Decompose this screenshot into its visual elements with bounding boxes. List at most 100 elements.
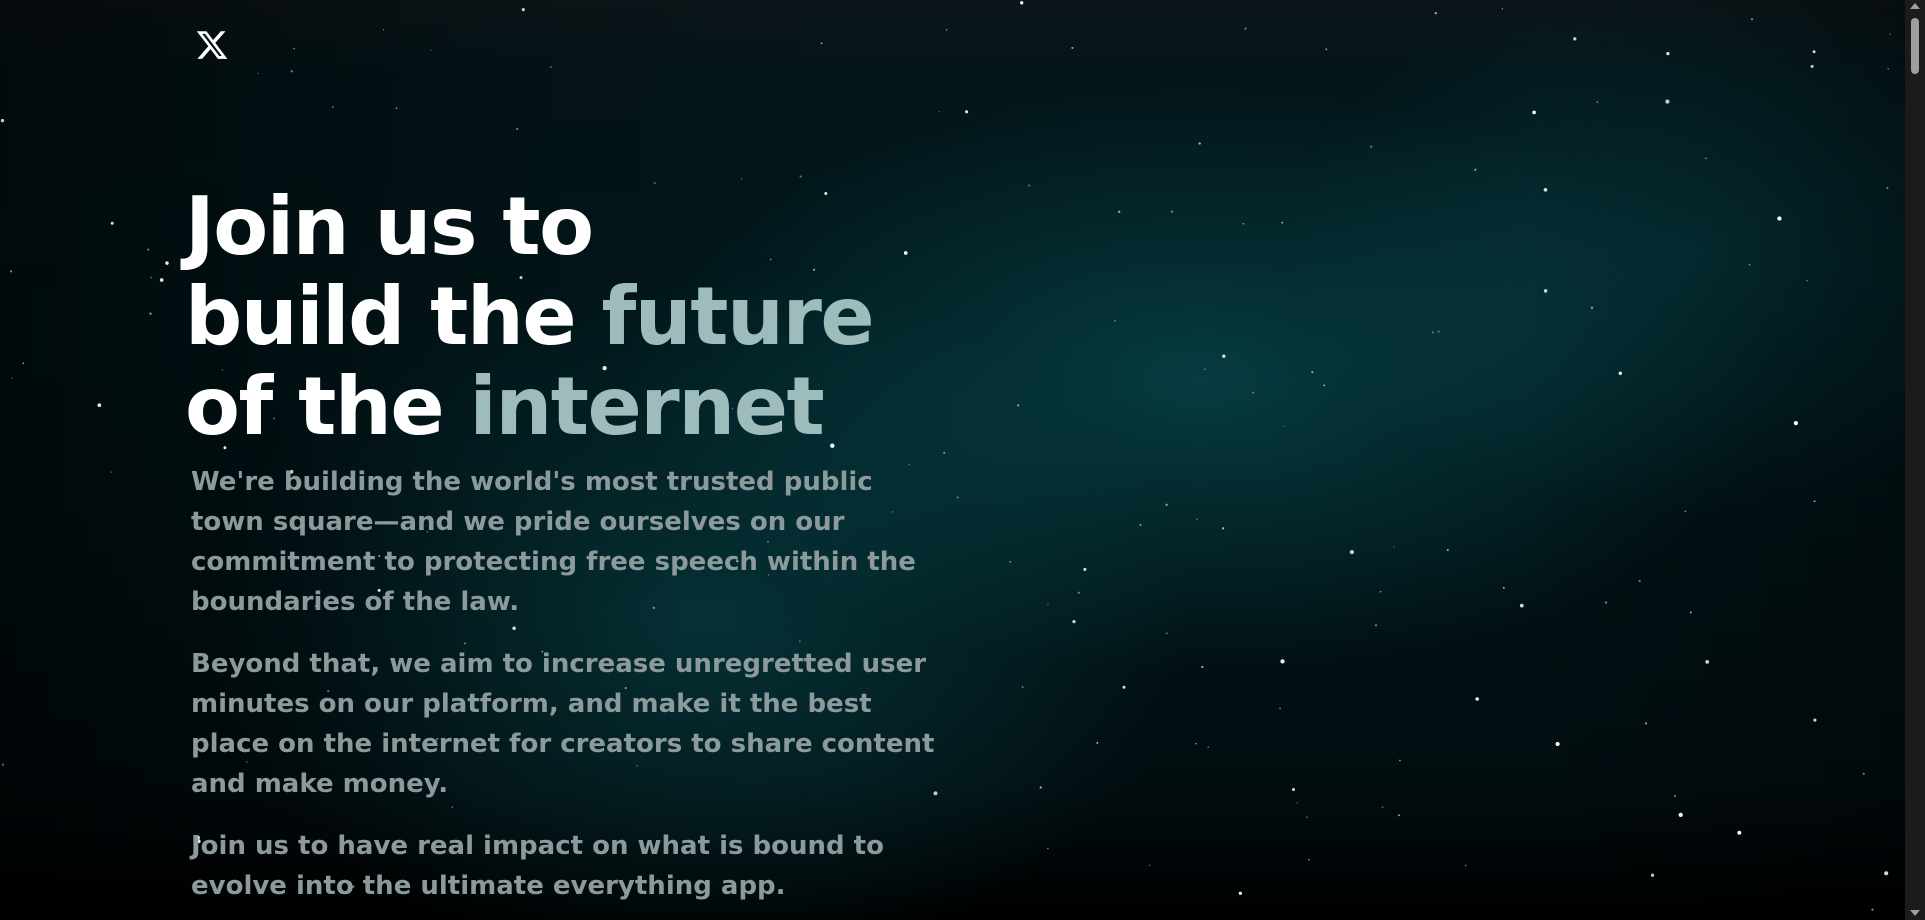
star bbox=[1242, 222, 1245, 225]
star bbox=[1222, 354, 1226, 358]
star bbox=[1678, 812, 1683, 818]
star bbox=[820, 42, 823, 45]
star bbox=[1884, 871, 1889, 876]
star bbox=[165, 261, 169, 265]
star bbox=[1165, 632, 1168, 635]
star bbox=[149, 312, 152, 315]
star bbox=[1047, 603, 1049, 606]
star bbox=[1096, 741, 1099, 744]
star bbox=[1198, 142, 1201, 145]
scroll-up-arrow-icon[interactable] bbox=[1910, 3, 1920, 9]
star bbox=[257, 72, 259, 75]
star bbox=[1793, 421, 1798, 426]
star bbox=[1434, 12, 1437, 15]
star bbox=[1777, 216, 1782, 221]
star bbox=[1118, 210, 1121, 213]
star bbox=[1370, 145, 1373, 148]
star bbox=[1323, 384, 1326, 387]
star bbox=[1170, 210, 1174, 213]
hero-paragraph-join: Join us to have real impact on what is b… bbox=[191, 831, 884, 901]
star bbox=[1349, 550, 1354, 555]
star bbox=[1196, 518, 1198, 521]
star bbox=[159, 278, 164, 282]
star bbox=[938, 110, 941, 113]
careers-hero-page: Join us to build the future of the inter… bbox=[0, 0, 1905, 920]
hero-headline: Join us to build the future of the inter… bbox=[185, 182, 985, 452]
star bbox=[290, 70, 293, 73]
headline-line-2-text: build the bbox=[185, 270, 602, 363]
star bbox=[1638, 580, 1641, 583]
star bbox=[1475, 697, 1479, 701]
star bbox=[1308, 858, 1310, 861]
star bbox=[550, 66, 552, 68]
star bbox=[1532, 110, 1536, 115]
star bbox=[1502, 586, 1505, 589]
star bbox=[1596, 101, 1599, 103]
star bbox=[1238, 891, 1243, 895]
star bbox=[1281, 221, 1284, 224]
star bbox=[1021, 686, 1024, 689]
hero-copy: We're building the world's most trusted … bbox=[191, 462, 941, 906]
star bbox=[293, 47, 296, 50]
star bbox=[1605, 601, 1608, 604]
hero-section: Join us to build the future of the inter… bbox=[185, 182, 985, 920]
star bbox=[1519, 603, 1524, 608]
star bbox=[1862, 772, 1865, 775]
headline-line-1: Join us to bbox=[185, 180, 594, 273]
headline-accent-future: future bbox=[601, 270, 874, 363]
star bbox=[1393, 546, 1395, 548]
star bbox=[1665, 99, 1670, 104]
star bbox=[1689, 611, 1692, 614]
star bbox=[110, 221, 114, 225]
hero-paragraph-creators: Beyond that, we aim to increase unregret… bbox=[191, 649, 935, 799]
star bbox=[1748, 263, 1751, 266]
star bbox=[1047, 847, 1049, 850]
page-scrollbar[interactable] bbox=[1905, 0, 1925, 920]
star bbox=[1077, 591, 1080, 594]
star bbox=[147, 248, 150, 251]
star bbox=[1244, 27, 1247, 30]
star bbox=[430, 49, 432, 51]
star bbox=[382, 29, 385, 31]
star bbox=[395, 107, 398, 109]
scrollbar-thumb[interactable] bbox=[1911, 18, 1919, 74]
star bbox=[1381, 806, 1384, 809]
star bbox=[110, 471, 112, 473]
star bbox=[11, 377, 13, 379]
star bbox=[1325, 48, 1328, 51]
star bbox=[1618, 371, 1622, 375]
star bbox=[965, 110, 969, 114]
x-logo-icon[interactable] bbox=[195, 28, 229, 62]
star bbox=[1543, 187, 1548, 192]
star bbox=[1122, 685, 1126, 689]
star bbox=[1280, 659, 1285, 664]
star bbox=[1028, 184, 1031, 187]
scroll-down-arrow-icon[interactable] bbox=[1910, 910, 1920, 916]
headline-line-2: build the future bbox=[185, 272, 985, 362]
star bbox=[1009, 561, 1011, 563]
star bbox=[1398, 814, 1400, 817]
star bbox=[1204, 368, 1206, 371]
star bbox=[1437, 330, 1440, 333]
star bbox=[1279, 707, 1281, 710]
star bbox=[1306, 816, 1308, 818]
star bbox=[1374, 624, 1378, 627]
star bbox=[1291, 787, 1296, 792]
star bbox=[1555, 741, 1560, 747]
star bbox=[516, 128, 519, 131]
star bbox=[1201, 665, 1204, 669]
star bbox=[1813, 718, 1817, 722]
star bbox=[1644, 722, 1648, 725]
star bbox=[1072, 619, 1076, 624]
star bbox=[331, 105, 334, 108]
star bbox=[1806, 279, 1808, 282]
star bbox=[1017, 404, 1020, 407]
star bbox=[1311, 371, 1314, 374]
headline-accent-internet: internet bbox=[469, 360, 824, 453]
star bbox=[1379, 590, 1382, 593]
star bbox=[741, 178, 743, 180]
star bbox=[1889, 33, 1891, 35]
star bbox=[1666, 51, 1670, 56]
star bbox=[1252, 392, 1254, 394]
star bbox=[1887, 67, 1890, 70]
